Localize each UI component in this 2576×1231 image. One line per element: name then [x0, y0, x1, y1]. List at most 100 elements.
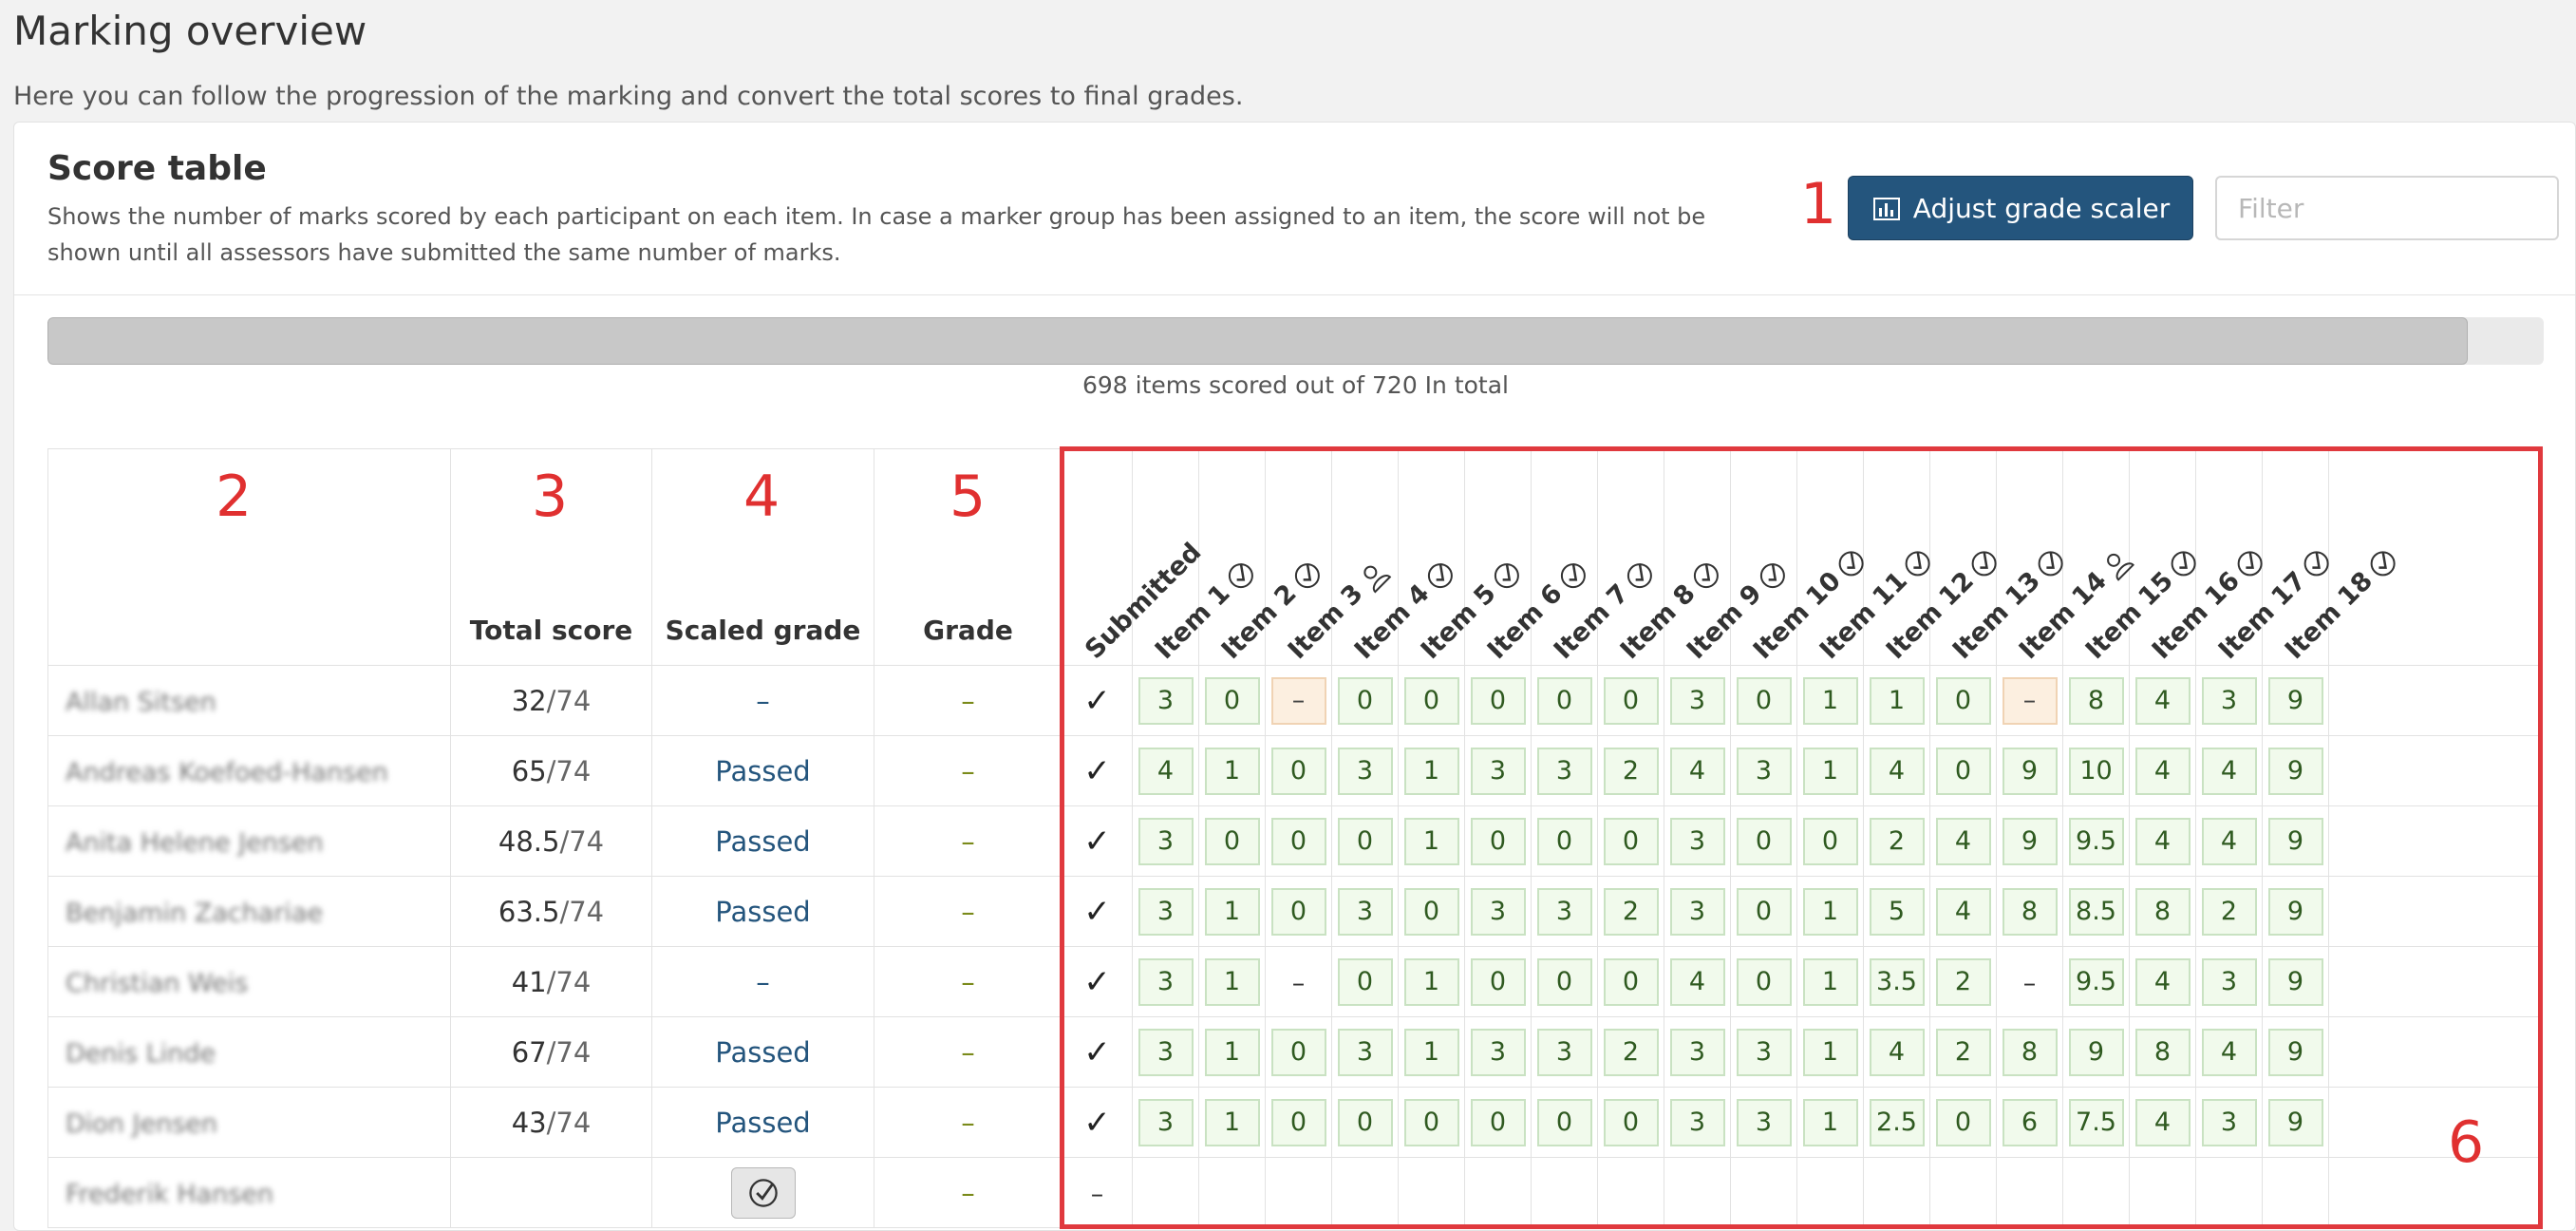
item-score-cell[interactable]: 3	[1531, 876, 1598, 947]
item-score-cell[interactable]: 3	[1132, 805, 1199, 877]
item-score-cell[interactable]: 4	[2129, 665, 2196, 736]
item-score-cell[interactable]: 1	[1398, 735, 1465, 806]
item-score-cell[interactable]: 0	[1331, 805, 1399, 877]
item-score-cell[interactable]: 8	[1996, 1016, 2063, 1088]
item-score-cell[interactable]: 1	[1796, 665, 1864, 736]
item-header-11[interactable]: Item 11	[1796, 448, 1930, 666]
item-header-18[interactable]: Item 18	[2262, 448, 2396, 666]
item-score-cell[interactable]: 0	[1265, 1016, 1332, 1088]
item-score-cell[interactable]: 10	[2062, 735, 2130, 806]
item-score-cell[interactable]: 4	[2129, 1087, 2196, 1158]
item-header-9[interactable]: Item 9	[1664, 448, 1785, 666]
table-row[interactable]: Benjamin Zachariae 63.5/74 Passed – ✓ 3 1 0 3 0 3 3…	[47, 876, 2540, 947]
item-score-cell[interactable]: 2	[1863, 805, 1930, 877]
item-score-cell[interactable]: 9	[1996, 735, 2063, 806]
item-score-cell[interactable]: 1	[1398, 946, 1465, 1017]
item-score-cell[interactable]	[1398, 1157, 1465, 1228]
item-score-cell[interactable]: 0	[1597, 946, 1664, 1017]
item-score-cell[interactable]: 8	[1996, 876, 2063, 947]
item-score-cell[interactable]: 8	[2129, 1016, 2196, 1088]
item-score-cell[interactable]	[1132, 1157, 1199, 1228]
item-score-cell[interactable]	[1996, 1157, 2063, 1228]
item-score-cell[interactable]: 0	[1531, 665, 1598, 736]
item-score-cell[interactable]: 1	[1198, 1087, 1266, 1158]
item-score-cell[interactable]: 3	[1132, 1087, 1199, 1158]
item-score-cell[interactable]	[2195, 1157, 2263, 1228]
item-score-cell[interactable]: 3	[1664, 876, 1731, 947]
item-score-cell[interactable]	[2129, 1157, 2196, 1228]
item-score-cell[interactable]: 1	[1796, 735, 1864, 806]
item-score-cell[interactable]: 4	[2195, 805, 2263, 877]
item-score-cell[interactable]: 3	[1464, 735, 1532, 806]
item-score-cell[interactable]: 9	[2262, 805, 2329, 877]
item-score-cell[interactable]: 0	[1597, 805, 1664, 877]
item-score-cell[interactable]: 3	[1531, 735, 1598, 806]
item-score-cell[interactable]: 2	[1597, 735, 1664, 806]
item-header-12[interactable]: Item 12	[1863, 448, 1997, 666]
item-score-cell[interactable]: 0	[1730, 665, 1797, 736]
filter-input[interactable]	[2215, 176, 2559, 240]
item-score-cell[interactable]: 3	[1464, 876, 1532, 947]
item-score-cell[interactable]: 0	[1730, 805, 1797, 877]
item-score-cell[interactable]	[1331, 1157, 1399, 1228]
item-score-cell[interactable]	[1597, 1157, 1664, 1228]
item-score-cell[interactable]: 9	[2262, 946, 2329, 1017]
item-score-cell[interactable]: 0	[1398, 1087, 1465, 1158]
item-score-cell[interactable]: 9	[2262, 735, 2329, 806]
item-score-cell[interactable]: 0	[1730, 876, 1797, 947]
item-score-cell[interactable]: 8	[2129, 876, 2196, 947]
item-score-cell[interactable]: 2	[1597, 876, 1664, 947]
item-score-cell[interactable]: 1	[1198, 735, 1266, 806]
item-score-cell[interactable]: 0	[1265, 1087, 1332, 1158]
mark-button[interactable]	[730, 1166, 796, 1219]
item-score-cell[interactable]: 3	[1331, 735, 1399, 806]
item-score-cell[interactable]: 2	[1597, 1016, 1664, 1088]
item-header-13[interactable]: Item 13	[1929, 448, 2063, 666]
item-score-cell[interactable]	[1664, 1157, 1731, 1228]
item-score-cell[interactable]: 0	[1464, 805, 1532, 877]
item-score-cell[interactable]: 3	[1331, 876, 1399, 947]
item-score-cell[interactable]: 0	[1464, 665, 1532, 736]
item-score-cell[interactable]: 4	[2129, 735, 2196, 806]
item-score-cell[interactable]	[2262, 1157, 2329, 1228]
item-score-cell[interactable]: 0	[1531, 946, 1598, 1017]
item-score-cell[interactable]: 9.5	[2062, 805, 2130, 877]
item-score-cell[interactable]: –	[1265, 946, 1332, 1017]
item-score-cell[interactable]: 3	[1464, 1016, 1532, 1088]
item-score-cell[interactable]: 1	[1796, 946, 1864, 1017]
item-score-cell[interactable]: 3	[1331, 1016, 1399, 1088]
item-score-cell[interactable]: 2	[2195, 876, 2263, 947]
item-header-6[interactable]: Item 6	[1464, 448, 1586, 666]
item-score-cell[interactable]: 4	[1132, 735, 1199, 806]
table-row[interactable]: Dion Jensen 43/74 Passed – ✓ 3 1 0 0 0 0 0 0 3 3 1 2.5 0 6…	[47, 1087, 2540, 1158]
item-score-cell[interactable]: 0	[1929, 735, 1997, 806]
item-score-cell[interactable]: 3	[1730, 1087, 1797, 1158]
item-score-cell[interactable]: 0	[1265, 805, 1332, 877]
item-header-2[interactable]: Item 2	[1198, 448, 1320, 666]
item-score-cell[interactable]	[1198, 1157, 1266, 1228]
item-score-cell[interactable]: 4	[1664, 735, 1731, 806]
item-score-cell[interactable]: 0	[1265, 735, 1332, 806]
item-score-cell[interactable]: 0	[1531, 1087, 1598, 1158]
item-score-cell[interactable]: 9	[1996, 805, 2063, 877]
item-score-cell[interactable]: 3	[2195, 665, 2263, 736]
item-score-cell[interactable]: 6	[1996, 1087, 2063, 1158]
item-score-cell[interactable]: 0	[1929, 1087, 1997, 1158]
scaled-grade-header[interactable]: Scaled grade	[651, 448, 874, 666]
table-row[interactable]: Frederik Hansen – –	[47, 1157, 2540, 1228]
item-score-cell[interactable]: 3	[2195, 1087, 2263, 1158]
item-score-cell[interactable]: –	[1996, 665, 2063, 736]
item-score-cell[interactable]: 4	[2195, 1016, 2263, 1088]
item-header-3[interactable]: Item 3	[1265, 448, 1391, 666]
item-score-cell[interactable]: 1	[1796, 1087, 1864, 1158]
item-score-cell[interactable]: 1	[1198, 1016, 1266, 1088]
item-header-1[interactable]: Item 1	[1132, 448, 1253, 666]
item-score-cell[interactable]: –	[1996, 946, 2063, 1017]
item-score-cell[interactable]: 1	[1796, 876, 1864, 947]
item-score-cell[interactable]	[1531, 1157, 1598, 1228]
item-score-cell[interactable]: 1	[1398, 805, 1465, 877]
item-score-cell[interactable]: 3	[1132, 946, 1199, 1017]
item-score-cell[interactable]	[1796, 1157, 1864, 1228]
item-score-cell[interactable]: 9	[2262, 1087, 2329, 1158]
item-header-16[interactable]: Item 16	[2129, 448, 2263, 666]
